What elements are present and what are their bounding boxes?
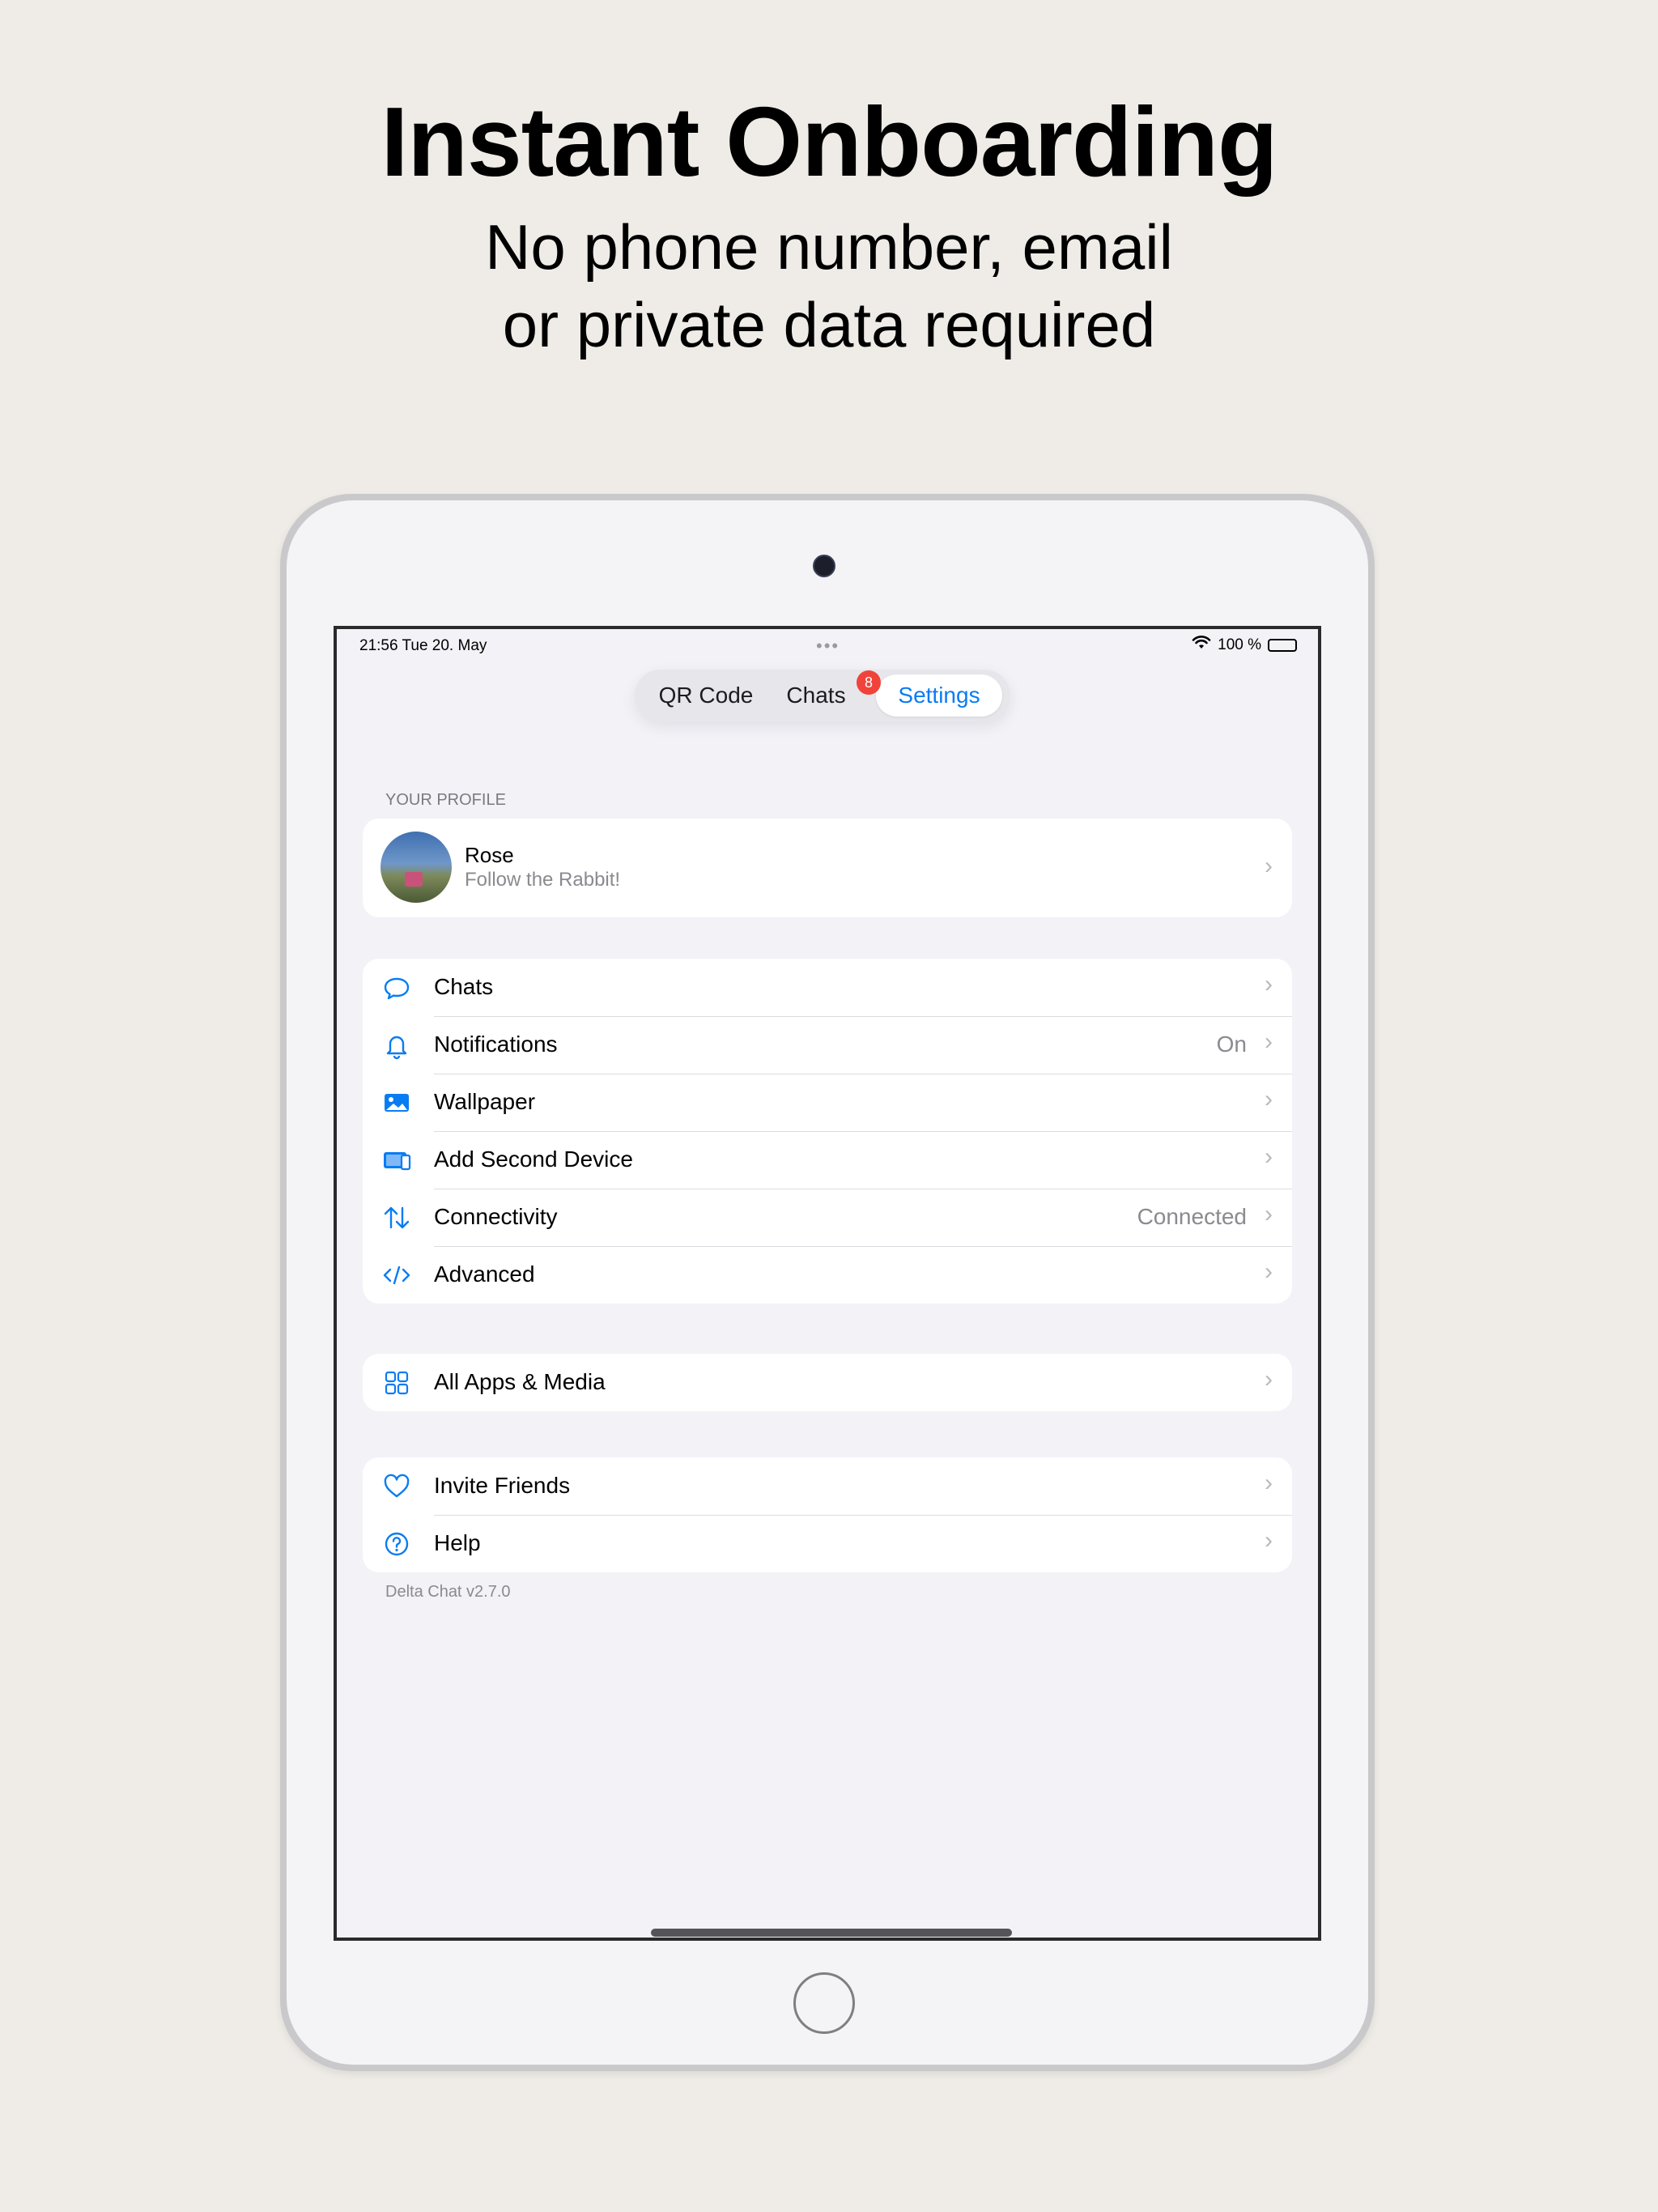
heart-icon bbox=[382, 1472, 411, 1501]
avatar bbox=[380, 832, 452, 903]
home-button[interactable] bbox=[793, 1972, 855, 2034]
front-camera bbox=[813, 555, 835, 577]
settings-row-value: Connected bbox=[1137, 1204, 1247, 1229]
settings-row-connectivity[interactable]: Connectivity Connected › bbox=[363, 1189, 1292, 1246]
settings-row-label: Invite Friends bbox=[434, 1473, 571, 1498]
arrows-updown-icon bbox=[382, 1203, 411, 1232]
settings-row-label: Help bbox=[434, 1530, 481, 1555]
hero-subtitle: No phone number, email or private data r… bbox=[0, 208, 1658, 364]
chevron-right-icon: › bbox=[1265, 1470, 1273, 1496]
tab-settings[interactable]: Settings bbox=[876, 674, 1002, 717]
settings-row-label: Connectivity bbox=[434, 1204, 558, 1229]
hero-subtitle-line1: No phone number, email bbox=[485, 211, 1173, 283]
wallpaper-icon bbox=[382, 1088, 411, 1117]
settings-group-help: Invite Friends › Help › bbox=[363, 1457, 1292, 1572]
wifi-icon bbox=[1192, 636, 1211, 655]
question-icon bbox=[382, 1529, 411, 1559]
chat-bubble-icon bbox=[382, 973, 411, 1002]
settings-group-apps: All Apps & Media › bbox=[363, 1354, 1292, 1411]
settings-row-wallpaper[interactable]: Wallpaper › bbox=[363, 1074, 1292, 1131]
chevron-right-icon: › bbox=[1265, 1258, 1273, 1285]
settings-row-chats[interactable]: Chats › bbox=[363, 959, 1292, 1016]
settings-row-invite-friends[interactable]: Invite Friends › bbox=[363, 1457, 1292, 1515]
settings-row-label: Wallpaper bbox=[434, 1089, 536, 1114]
app-screen: 21:56 Tue 20. May ••• 100 % QR Code Chat… bbox=[334, 626, 1321, 1941]
multitasking-dots[interactable]: ••• bbox=[816, 636, 840, 657]
chevron-right-icon: › bbox=[1265, 971, 1273, 998]
settings-row-label: Chats bbox=[434, 974, 494, 999]
chevron-right-icon: › bbox=[1265, 1143, 1273, 1170]
app-version: Delta Chat v2.7.0 bbox=[385, 1583, 511, 1601]
settings-group-main: Chats › Notifications On › Wallpaper › A… bbox=[363, 959, 1292, 1304]
devices-icon bbox=[382, 1146, 411, 1175]
code-icon bbox=[382, 1261, 411, 1290]
settings-row-label: All Apps & Media bbox=[434, 1369, 606, 1394]
settings-row-value: On bbox=[1216, 1032, 1247, 1057]
chevron-right-icon: › bbox=[1265, 853, 1273, 879]
home-indicator[interactable] bbox=[651, 1929, 1012, 1937]
apps-grid-icon bbox=[382, 1368, 411, 1397]
settings-row-advanced[interactable]: Advanced › bbox=[363, 1246, 1292, 1304]
tab-qr-code[interactable]: QR Code bbox=[649, 674, 763, 717]
tab-bar: QR Code Chats Settings bbox=[635, 670, 1010, 721]
status-right: 100 % bbox=[1192, 636, 1297, 655]
profile-row[interactable]: Rose Follow the Rabbit! › bbox=[363, 819, 1292, 917]
battery-icon bbox=[1268, 639, 1297, 652]
hero-title: Instant Onboarding bbox=[380, 87, 1278, 197]
settings-row-add-second-device[interactable]: Add Second Device › bbox=[363, 1131, 1292, 1189]
status-bar: 21:56 Tue 20. May ••• 100 % bbox=[337, 629, 1318, 661]
tab-chats[interactable]: Chats bbox=[771, 674, 861, 717]
chevron-right-icon: › bbox=[1265, 1527, 1273, 1554]
chevron-right-icon: › bbox=[1265, 1201, 1273, 1227]
settings-row-notifications[interactable]: Notifications On › bbox=[363, 1016, 1292, 1074]
profile-status: Follow the Rabbit! bbox=[465, 869, 621, 891]
status-time-date: 21:56 Tue 20. May bbox=[359, 637, 487, 654]
battery-percentage: 100 % bbox=[1218, 636, 1261, 653]
hero-subtitle-line2: or private data required bbox=[502, 289, 1156, 360]
settings-row-label: Add Second Device bbox=[434, 1146, 633, 1172]
settings-row-label: Advanced bbox=[434, 1261, 535, 1287]
settings-row-help[interactable]: Help › bbox=[363, 1515, 1292, 1572]
chats-unread-badge: 8 bbox=[857, 670, 881, 695]
chevron-right-icon: › bbox=[1265, 1086, 1273, 1112]
profile-section-header: YOUR PROFILE bbox=[385, 791, 506, 809]
bell-icon bbox=[382, 1031, 411, 1060]
chevron-right-icon: › bbox=[1265, 1366, 1273, 1393]
settings-row-label: Notifications bbox=[434, 1032, 558, 1057]
profile-name: Rose bbox=[465, 843, 514, 867]
settings-row-all-apps-media[interactable]: All Apps & Media › bbox=[363, 1354, 1292, 1411]
chevron-right-icon: › bbox=[1265, 1028, 1273, 1055]
